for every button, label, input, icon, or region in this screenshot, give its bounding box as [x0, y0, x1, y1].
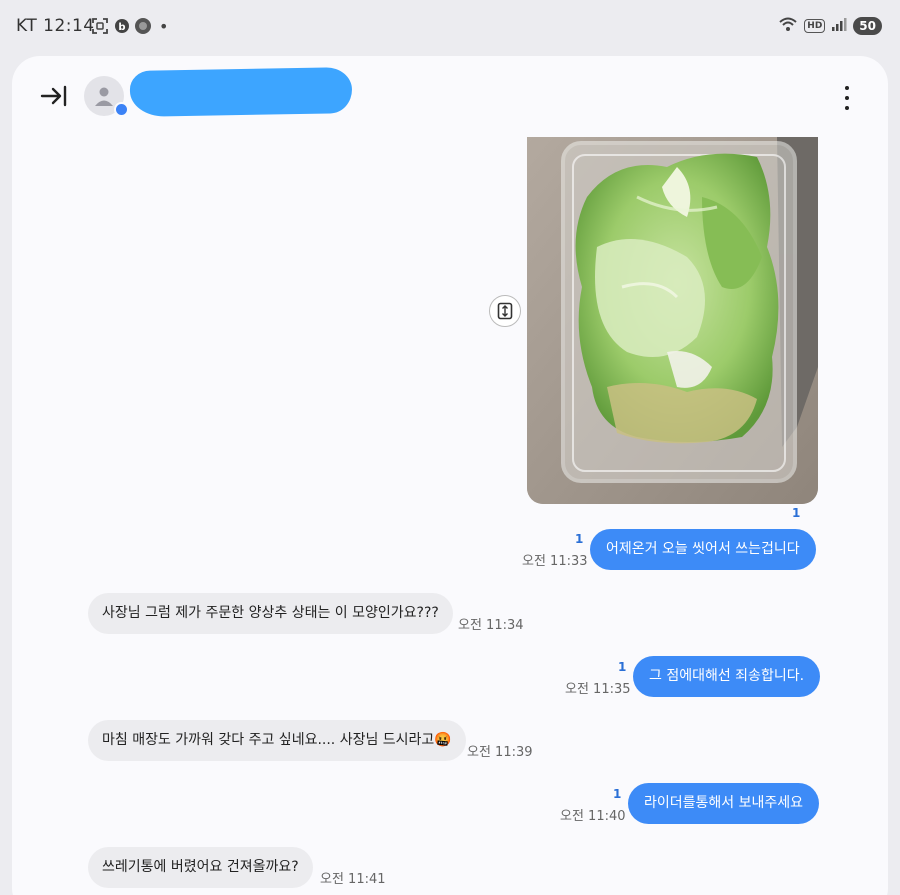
hd-voice-icon: HD [804, 19, 826, 33]
outgoing-message-bubble[interactable]: 어제온거 오늘 씻어서 쓰는겁니다 [590, 529, 816, 570]
message-time: 오전 11:40 [560, 809, 626, 824]
incoming-message-bubble[interactable]: 사장님 그럼 제가 주문한 양상추 상태는 이 모양인가요??? [88, 593, 453, 634]
screenshot-icon [92, 17, 108, 35]
more-notifications-dot: • [159, 16, 169, 36]
more-vertical-icon[interactable] [842, 86, 852, 110]
unread-count: 1 [575, 532, 584, 546]
message-time: 오전 11:35 [565, 682, 631, 697]
lettuce-container-image [527, 137, 818, 504]
chat-header [12, 56, 888, 136]
incoming-message-bubble[interactable]: 쓰레기통에 버렸어요 건져올까요? [88, 847, 313, 888]
b-app-icon: b [114, 17, 130, 35]
unread-count: 1 [618, 660, 627, 674]
message-time: 오전 11:39 [467, 745, 533, 760]
incoming-message-bubble[interactable]: 마침 매장도 가까워 갖다 주고 싶네요.... 사장님 드시라고🤬 [88, 720, 466, 761]
unread-count: 1 [613, 787, 622, 801]
message-time: 오전 11:41 [320, 872, 386, 887]
collapse-right-arrow-icon[interactable] [38, 82, 70, 110]
status-right-group: HD 50 [778, 16, 882, 36]
message-time: 오전 11:34 [458, 618, 524, 633]
outgoing-message-bubble[interactable]: 라이더를통해서 보내주세요 [628, 783, 820, 824]
outgoing-message-bubble[interactable]: 그 점에대해선 죄송합니다. [633, 656, 821, 697]
svg-text:b: b [118, 22, 125, 33]
angry-face-emoji: 🤬 [434, 732, 452, 748]
message-photo[interactable] [527, 137, 818, 504]
chat-screen: 1 1 오전 11:33 어제온거 오늘 씻어서 쓰는겁니다 사장님 그럼 제가… [12, 56, 888, 895]
message-time: 오전 11:33 [522, 554, 588, 569]
contact-name-redacted [129, 67, 353, 117]
expand-icon [497, 302, 513, 320]
message-text: 마침 매장도 가까워 갖다 주고 싶네요.... 사장님 드시라고 [102, 732, 435, 748]
battery-level: 50 [853, 17, 882, 35]
person-icon [95, 87, 113, 106]
status-carrier-time: KT 12:14 [16, 16, 95, 36]
wifi-icon [778, 16, 798, 36]
chat-status-badge [114, 102, 129, 117]
save-image-button[interactable] [489, 295, 521, 327]
app-notification-icon [134, 17, 152, 35]
status-bar: KT 12:14 b • HD 50 [0, 0, 900, 54]
signal-icon [831, 16, 847, 36]
unread-count: 1 [792, 506, 801, 520]
